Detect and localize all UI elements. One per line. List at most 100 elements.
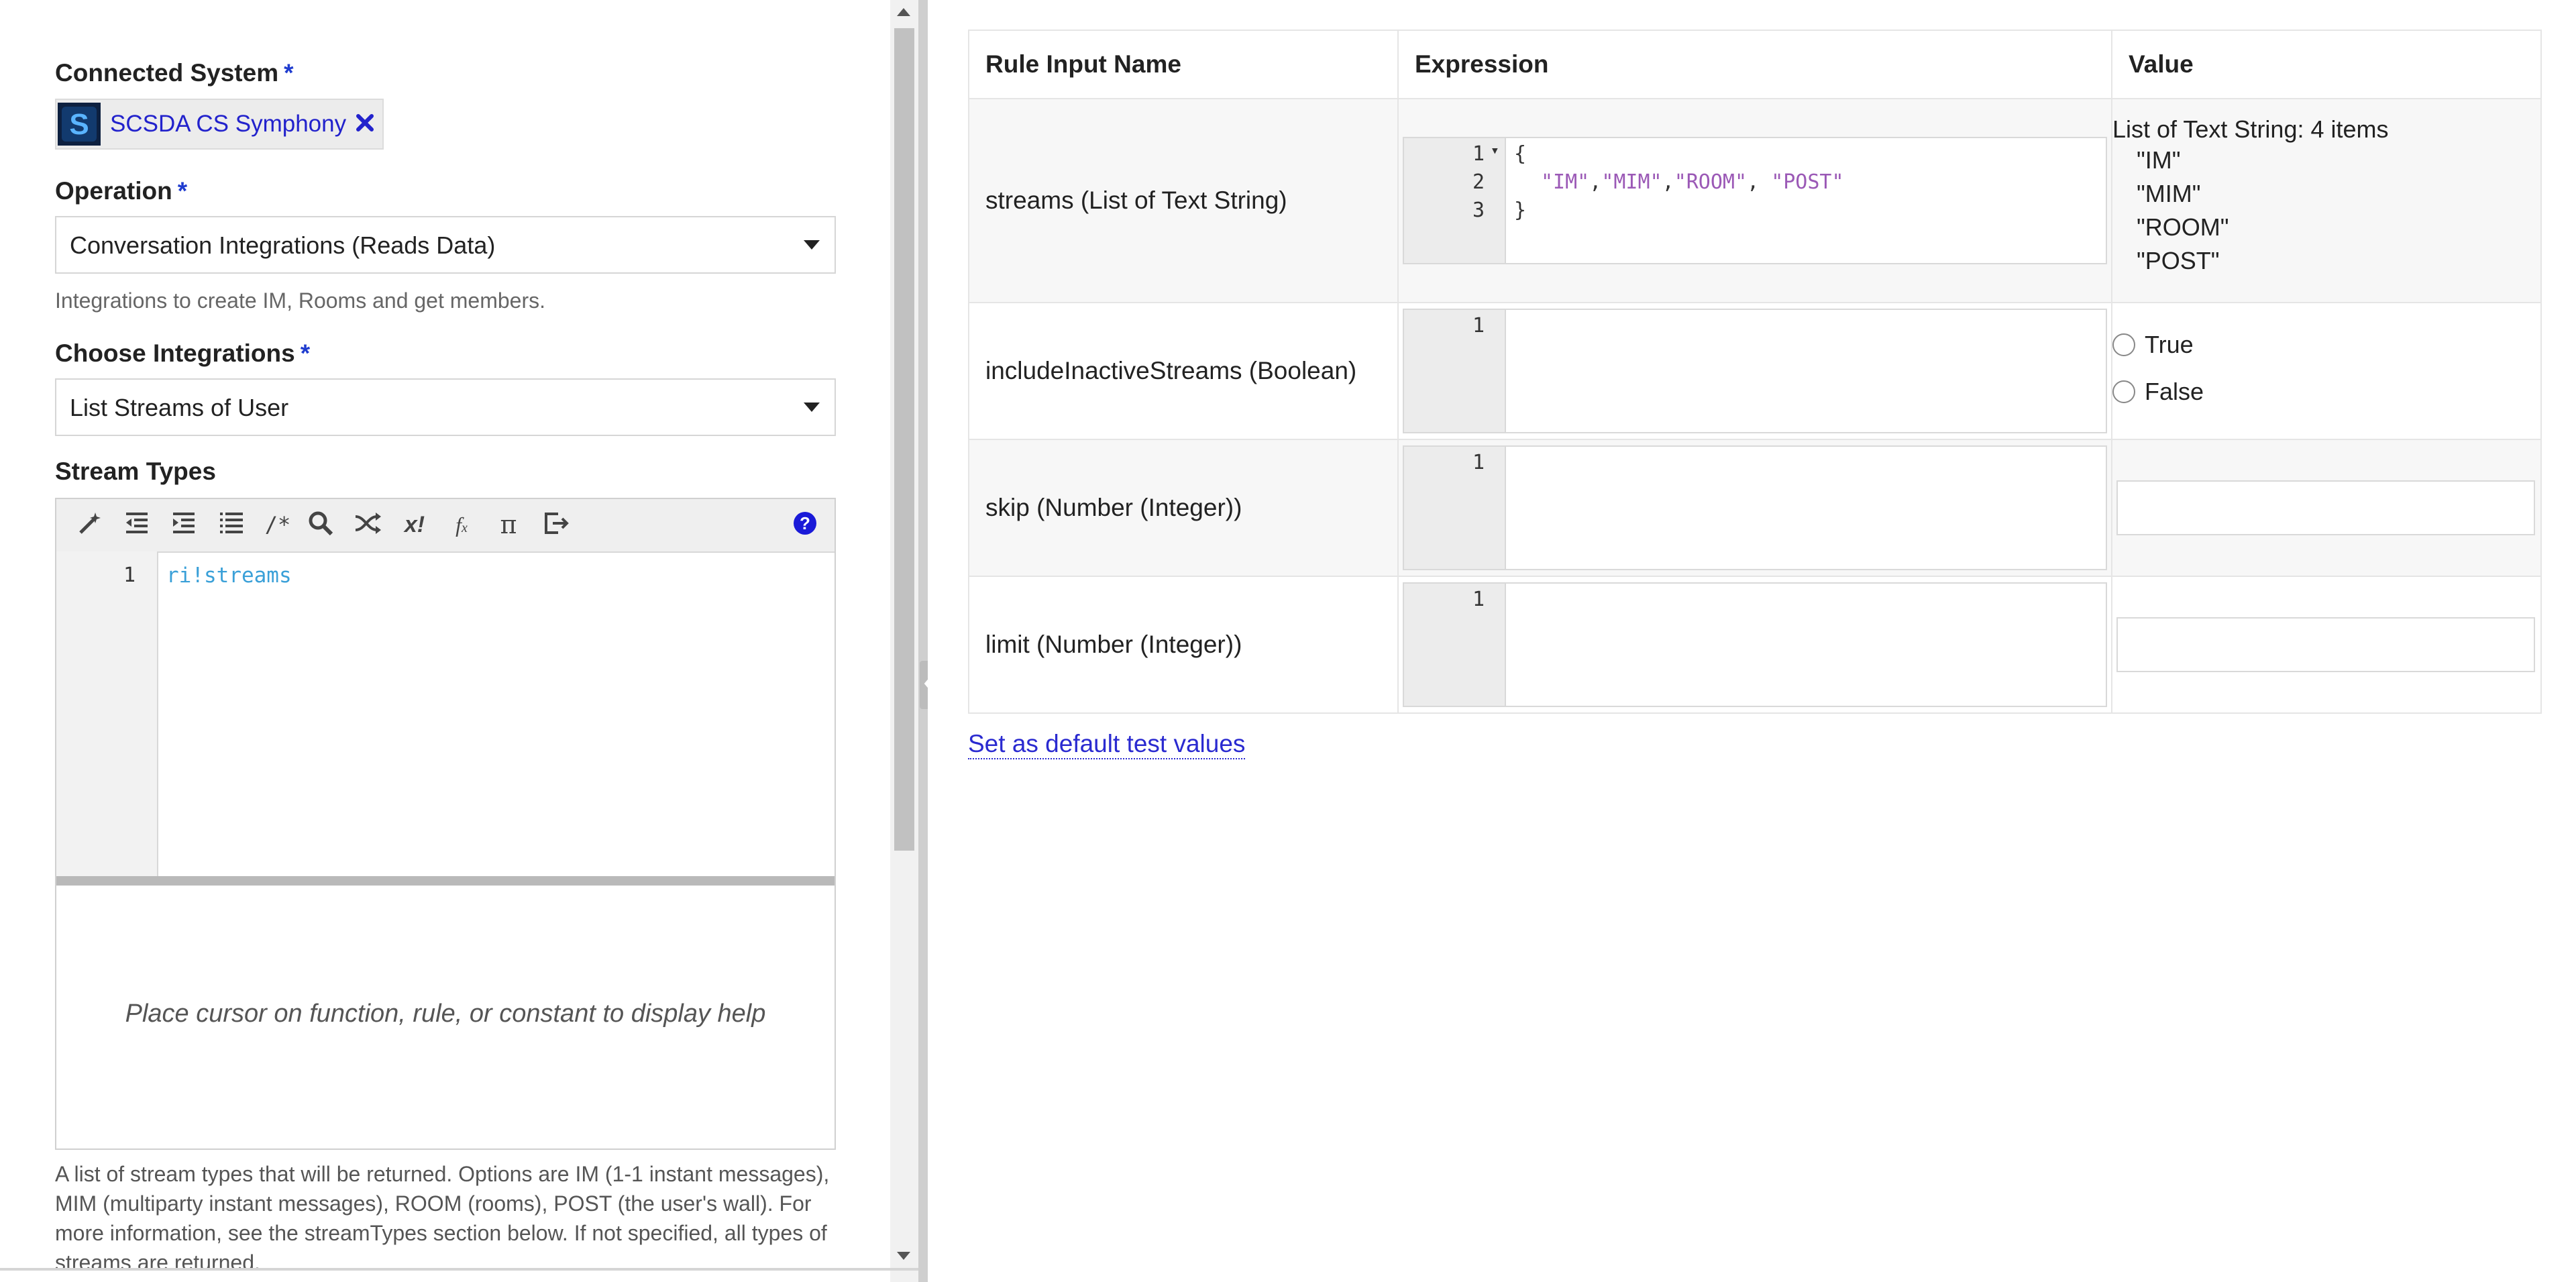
list-icon[interactable] (215, 509, 247, 541)
operation-label-text: Operation (55, 177, 172, 205)
stream-types-description: A list of stream types that will be retu… (55, 1162, 830, 1275)
value-cell (2111, 576, 2542, 714)
table-row: limit (Number (Integer)) 1 (968, 576, 2542, 714)
indent-icon[interactable] (168, 509, 200, 541)
scroll-up-arrow-icon[interactable] (897, 8, 910, 16)
scrollbar-thumb[interactable] (894, 28, 914, 851)
expression-cell: 1 ▾ 2 3 { "IM","MIM","ROOM", "POST" } (1397, 98, 2112, 303)
connected-system-label: Connected System * (55, 59, 294, 87)
line-number: 3 (1472, 199, 1485, 222)
editor-gutter: 1 (56, 551, 158, 876)
panel-bottom-border (0, 1268, 918, 1271)
line-number: 1 (1472, 142, 1485, 166)
expression-cell: 1 (1397, 576, 2112, 714)
help-placeholder-text: Place cursor on function, rule, or const… (125, 1000, 766, 1028)
value-cell: True False (2111, 302, 2542, 440)
connected-system-chip[interactable]: S SCSDA CS Symphony (55, 99, 384, 150)
pi-icon[interactable]: π (492, 509, 525, 541)
expression-gutter: 1 (1404, 447, 1506, 569)
radio-option-true[interactable]: True (2112, 324, 2540, 371)
value-summary: List of Text String: 4 items (2112, 115, 2389, 143)
column-header-value: Value (2111, 30, 2542, 99)
choose-integrations-label: Choose Integrations * (55, 339, 310, 368)
expression-gutter: 1 ▾ 2 3 (1404, 138, 1506, 263)
column-header-name: Rule Input Name (968, 30, 1399, 99)
expression-editor[interactable]: 1 (1403, 309, 2107, 433)
radio-button[interactable] (2112, 333, 2135, 356)
panel-divider[interactable] (918, 0, 928, 1282)
expression-editor[interactable]: /* x! fx π ? 1 ri!streams Place cursor o… (55, 498, 836, 1150)
radio-label[interactable]: False (2145, 378, 2204, 406)
rule-input-name: skip (Number (Integer)) (968, 439, 1399, 577)
editor-toolbar: /* x! fx π ? (56, 499, 835, 553)
code-string: "ROOM" (1674, 170, 1748, 194)
rule-input-name: includeInactiveStreams (Boolean) (968, 302, 1399, 440)
line-number: 1 (123, 564, 136, 587)
expression-cell: 1 (1397, 439, 2112, 577)
editor-code-line[interactable]: ri!streams (166, 564, 292, 588)
required-mark: * (284, 59, 294, 87)
table-row: skip (Number (Integer)) 1 (968, 439, 2542, 577)
set-default-test-values-link[interactable]: Set as default test values (968, 730, 1246, 759)
radio-option-false[interactable]: False (2112, 371, 2540, 418)
operation-dropdown[interactable]: Conversation Integrations (Reads Data) (55, 216, 836, 274)
scroll-down-arrow-icon[interactable] (897, 1252, 910, 1260)
export-icon[interactable] (539, 509, 572, 541)
operation-label: Operation * (55, 177, 187, 205)
comment-icon[interactable]: /* (262, 509, 294, 541)
limit-value-input[interactable] (2116, 617, 2535, 672)
shuffle-icon[interactable] (352, 509, 384, 541)
editor-resize-splitter[interactable] (56, 876, 835, 886)
table-row: streams (List of Text String) 1 ▾ 2 3 { … (968, 98, 2542, 303)
test-inputs-panel: Rule Input Name Expression Value streams… (928, 0, 2576, 1282)
rule-input-name: streams (List of Text String) (968, 98, 1399, 303)
stream-types-label: Stream Types (55, 458, 216, 485)
list-item: "MIM" (2137, 180, 2201, 207)
operation-selected-value: Conversation Integrations (Reads Data) (70, 231, 496, 259)
svg-text:?: ? (800, 513, 810, 533)
chevron-down-icon[interactable] (804, 240, 820, 250)
required-mark: * (177, 177, 188, 205)
symphony-logo-letter: S (69, 108, 89, 141)
code-line[interactable]: "IM","MIM","ROOM", "POST" (1541, 170, 1844, 194)
connected-system-label-text: Connected System (55, 59, 279, 87)
choose-integrations-dropdown[interactable]: List Streams of User (55, 378, 836, 436)
integration-selected-value: List Streams of User (70, 394, 289, 421)
expression-editor[interactable]: 1 ▾ 2 3 { "IM","MIM","ROOM", "POST" } (1403, 137, 2107, 264)
symphony-logo-icon: S (58, 103, 101, 146)
radio-label[interactable]: True (2145, 331, 2194, 359)
integration-config-panel: Connected System * S SCSDA CS Symphony Op… (0, 0, 890, 1282)
code-line[interactable]: } (1514, 199, 1526, 222)
list-item: "POST" (2137, 247, 2220, 274)
chevron-down-icon[interactable] (804, 403, 820, 412)
list-item: "ROOM" (2137, 213, 2229, 241)
skip-value-input[interactable] (2116, 480, 2535, 535)
radio-button[interactable] (2112, 380, 2135, 403)
expression-editor[interactable]: 1 (1403, 582, 2107, 707)
rule-inputs-table: Rule Input Name Expression Value streams… (968, 30, 2542, 714)
line-number: 1 (1472, 451, 1485, 474)
code-line[interactable]: { (1514, 142, 1526, 166)
operation-help-text: Integrations to create IM, Rooms and get… (55, 288, 545, 313)
outdent-icon[interactable] (121, 509, 153, 541)
function-help-area: Place cursor on function, rule, or const… (56, 886, 835, 1149)
function-icon[interactable]: fx (445, 509, 478, 541)
search-icon[interactable] (305, 509, 337, 541)
fold-chevron-icon[interactable]: ▾ (1491, 142, 1499, 159)
code-string: "IM" (1541, 170, 1590, 194)
factorial-icon[interactable]: x! (398, 509, 431, 541)
wand-icon[interactable] (74, 509, 106, 541)
line-number: 1 (1472, 314, 1485, 337)
expression-gutter: 1 (1404, 310, 1506, 432)
expression-editor[interactable]: 1 (1403, 445, 2107, 570)
connected-system-name[interactable]: SCSDA CS Symphony (110, 111, 346, 138)
table-row: includeInactiveStreams (Boolean) 1 True (968, 302, 2542, 440)
help-icon[interactable]: ? (789, 509, 821, 541)
code-string: "MIM" (1601, 170, 1662, 194)
remove-chip-icon[interactable] (352, 109, 378, 136)
expression-gutter: 1 (1404, 584, 1506, 706)
line-number: 2 (1472, 170, 1485, 194)
code-string: "POST" (1771, 170, 1844, 194)
expression-cell: 1 (1397, 302, 2112, 440)
value-cell (2111, 439, 2542, 577)
